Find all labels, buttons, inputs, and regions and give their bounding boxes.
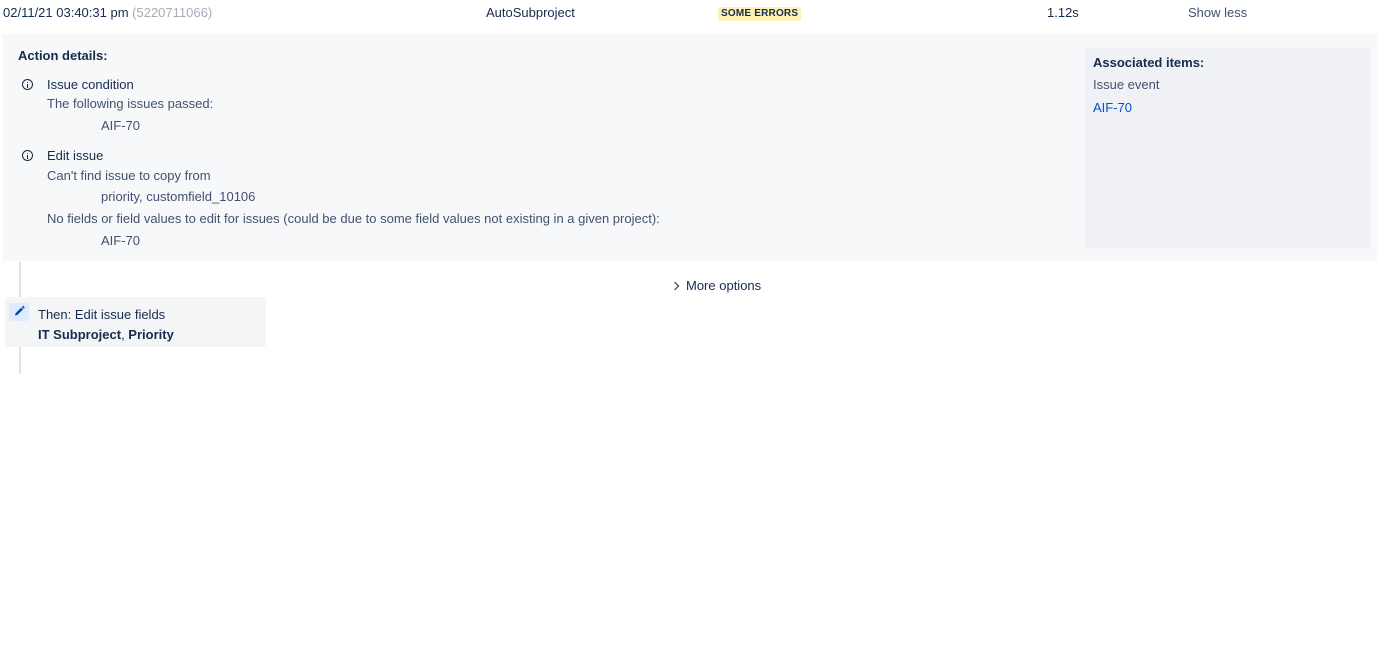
timestamp-text: 02/11/21 03:40:31 pm — [3, 5, 129, 20]
pencil-icon — [9, 303, 29, 321]
associated-items-title: Associated items: — [1093, 55, 1205, 70]
field-it-subproject: IT Subproject — [38, 327, 122, 342]
info-icon — [22, 79, 33, 90]
item-heading-issue-condition: Issue condition — [47, 77, 134, 92]
duration: 1.12s — [1047, 5, 1079, 20]
action-card-title: Then: Edit issue fields — [38, 307, 166, 322]
status-badge: SOME ERRORS — [718, 7, 802, 21]
item-line-issue-key: AIF-70 — [101, 118, 141, 133]
associated-issue-link[interactable]: AIF-70 — [1093, 100, 1132, 115]
audit-log-row[interactable]: 02/11/21 03:40:31 pm (5220711066) AutoSu… — [0, 0, 1377, 28]
more-options-toggle[interactable]: More options — [670, 278, 762, 293]
info-icon — [22, 150, 33, 161]
item-line: Can't find issue to copy from — [47, 168, 211, 183]
item-heading-edit-issue: Edit issue — [47, 148, 104, 163]
show-less-link[interactable]: Show less — [1188, 5, 1247, 20]
chevron-right-icon — [670, 281, 680, 291]
timestamp: 02/11/21 03:40:31 pm (5220711066) — [3, 5, 212, 20]
item-line: No fields or field values to edit for is… — [47, 211, 660, 226]
item-line: The following issues passed: — [47, 96, 214, 111]
issue-event-label: Issue event — [1093, 77, 1160, 92]
audit-id: (5220711066) — [132, 5, 213, 20]
action-details-title: Action details: — [18, 48, 108, 63]
action-card-fields: IT Subproject, Priority — [38, 327, 174, 342]
more-options-label: More options — [686, 278, 762, 293]
field-priority: Priority — [128, 327, 174, 342]
item-line-fields: priority, customfield_10106 — [101, 189, 256, 204]
rule-name: AutoSubproject — [486, 5, 575, 20]
item-line-issue-key: AIF-70 — [101, 233, 141, 248]
